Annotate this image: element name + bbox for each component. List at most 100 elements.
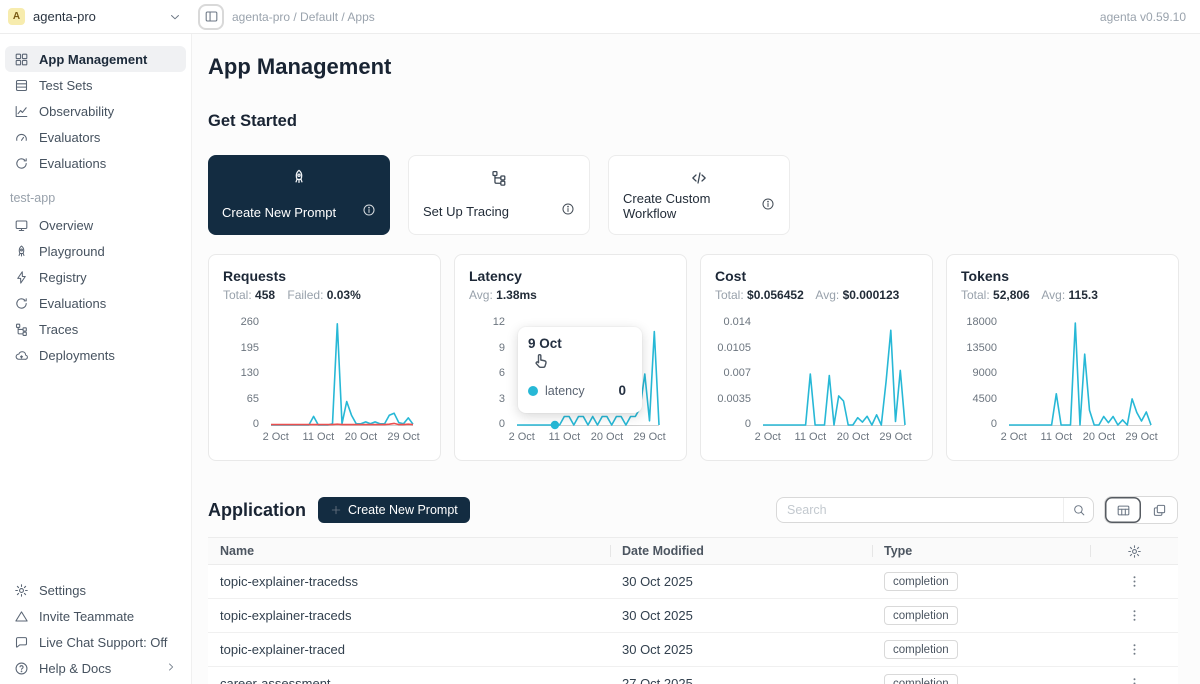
y-axis-tick: 65 [209, 393, 259, 407]
cloud-icon [14, 348, 29, 363]
y-axis-tick: 12 [455, 316, 505, 330]
column-header-date-modified[interactable]: Date Modified [610, 538, 872, 564]
sidebar-item-playground[interactable]: Playground [5, 238, 186, 264]
sidebar: App ManagementTest SetsObservabilityEval… [0, 34, 192, 684]
search-button[interactable] [1063, 498, 1093, 522]
sidebar-item-evaluations[interactable]: Evaluations [5, 150, 186, 176]
y-axis-tick: 18000 [947, 316, 997, 330]
table-icon [14, 78, 29, 93]
get-started-card-label: Set Up Tracing [423, 204, 509, 219]
plus-icon [330, 504, 342, 516]
sidebar-item-evaluators[interactable]: Evaluators [5, 124, 186, 150]
sidebar-item-help-docs[interactable]: Help & Docs [5, 655, 186, 681]
sidebar-item-test-sets[interactable]: Test Sets [5, 72, 186, 98]
rocket-icon [222, 168, 376, 186]
table-row[interactable]: topic-explainer-traced30 Oct 2025complet… [208, 633, 1178, 667]
get-started-card-label: Create New Prompt [222, 205, 336, 220]
gear-icon [1127, 544, 1142, 559]
gauge-icon [14, 130, 29, 145]
sidebar-item-deployments[interactable]: Deployments [5, 342, 186, 368]
y-axis-tick: 13500 [947, 342, 997, 356]
table-settings-gear-icon[interactable] [1127, 544, 1142, 559]
cost-series-cost [763, 330, 905, 425]
sidebar-item-traces[interactable]: Traces [5, 316, 186, 342]
get-started-card-create-custom-workflow[interactable]: Create Custom Workflow [608, 155, 790, 235]
type-badge: completion [884, 640, 958, 659]
latency-chart-stats: Avg: 1.38ms [469, 288, 672, 302]
info-icon[interactable] [362, 203, 376, 222]
cell-name: career-assessment [208, 676, 610, 684]
workspace-switcher[interactable]: A agenta-pro [0, 8, 192, 25]
app-version: agenta v0.59.10 [1100, 10, 1186, 24]
get-started-card-create-new-prompt[interactable]: Create New Prompt [208, 155, 390, 235]
cost-chart-card: CostTotal: $0.056452 Avg: $0.000123 0.01… [700, 254, 933, 461]
sidebar-item-invite-teammate[interactable]: Invite Teammate [5, 603, 186, 629]
cost-chart-title: Cost [715, 268, 918, 284]
column-header-name[interactable]: Name [208, 538, 610, 564]
sidebar-item-label: Evaluations [39, 296, 106, 311]
sidebar-item-settings[interactable]: Settings [5, 577, 186, 603]
breadcrumb[interactable]: agenta-pro / Default / Apps [232, 10, 375, 24]
sidebar-item-label: Live Chat Support: Off [39, 635, 167, 650]
chart-icon [14, 104, 29, 119]
apps-table-body: topic-explainer-tracedss30 Oct 2025compl… [208, 565, 1178, 684]
row-menu-kebab-icon[interactable] [1127, 642, 1142, 657]
sidebar-item-label: Evaluations [39, 156, 106, 171]
sidebar-item-overview[interactable]: Overview [5, 212, 186, 238]
requests-chart-plot[interactable] [271, 319, 413, 429]
table-row[interactable]: topic-explainer-traceds30 Oct 2025comple… [208, 599, 1178, 633]
tokens-chart-stats: Total: 52,806 Avg: 115.3 [961, 288, 1164, 302]
table-row[interactable]: topic-explainer-tracedss30 Oct 2025compl… [208, 565, 1178, 599]
bolt-icon [14, 270, 29, 285]
tokens-chart-plot[interactable] [1009, 319, 1151, 429]
table-row[interactable]: career-assessment27 Oct 2025completion [208, 667, 1178, 684]
tooltip-series-value: 0 [618, 383, 632, 398]
row-menu-kebab-icon[interactable] [1127, 676, 1142, 684]
search-box [776, 497, 1094, 523]
column-header-type[interactable]: Type [872, 538, 1090, 564]
get-started-card-set-up-tracing[interactable]: Set Up Tracing [408, 155, 590, 235]
search-icon [1072, 503, 1086, 517]
sidebar-item-registry[interactable]: Registry [5, 264, 186, 290]
sidebar-item-label: Overview [39, 218, 93, 233]
sidebar-toggle-button[interactable] [201, 7, 221, 27]
y-axis-tick: 0.014 [701, 316, 751, 330]
x-axis-tick: 11 Oct [1041, 431, 1073, 443]
sidebar-item-evaluations[interactable]: Evaluations [5, 290, 186, 316]
cell-date-modified: 27 Oct 2025 [610, 676, 872, 684]
refresh-icon [14, 156, 29, 171]
sidebar-item-label: Registry [39, 270, 87, 285]
y-axis-tick: 0 [209, 418, 259, 432]
sidebar-item-observability[interactable]: Observability [5, 98, 186, 124]
y-axis-tick: 6 [455, 367, 505, 381]
info-icon[interactable] [761, 197, 775, 216]
apps-table: Name Date Modified Type topic-explainer-… [208, 537, 1178, 684]
x-axis-tick: 2 Oct [1001, 431, 1027, 443]
card-view-button[interactable] [1141, 497, 1177, 523]
get-started-card-bottom: Create Custom Workflow [623, 191, 775, 221]
get-started-card-label: Create Custom Workflow [623, 191, 761, 221]
cell-date-modified: 30 Oct 2025 [610, 608, 872, 623]
get-started-card-bottom: Create New Prompt [222, 203, 376, 222]
main-content: App Management Get Started Create New Pr… [192, 34, 1200, 684]
create-new-prompt-button[interactable]: Create New Prompt [318, 497, 470, 523]
row-menu-kebab-icon[interactable] [1127, 608, 1142, 623]
table-view-button[interactable] [1105, 497, 1141, 523]
tree-icon [14, 322, 29, 337]
sidebar-item-label: Test Sets [39, 78, 92, 93]
y-axis-tick: 260 [209, 316, 259, 330]
sidebar-item-live-chat-support-off[interactable]: Live Chat Support: Off [5, 629, 186, 655]
x-axis-tick: 11 Oct [549, 431, 581, 443]
y-axis-tick: 9000 [947, 367, 997, 381]
metrics-charts-row: RequestsTotal: 458 Failed: 0.03% 2601951… [208, 254, 1179, 461]
search-input[interactable] [777, 503, 1063, 517]
info-icon[interactable] [561, 202, 575, 221]
sidebar-item-app-management[interactable]: App Management [5, 46, 186, 72]
x-axis-tick: 20 Oct [837, 431, 869, 443]
cost-chart-plot[interactable] [763, 319, 905, 429]
stat-label: Avg: [815, 288, 842, 302]
stat-value: 0.03% [327, 288, 361, 302]
sidebar-footer-nav: SettingsInvite Teammate Live Chat Support… [0, 577, 191, 681]
type-badge: completion [884, 606, 958, 625]
row-menu-kebab-icon[interactable] [1127, 574, 1142, 589]
